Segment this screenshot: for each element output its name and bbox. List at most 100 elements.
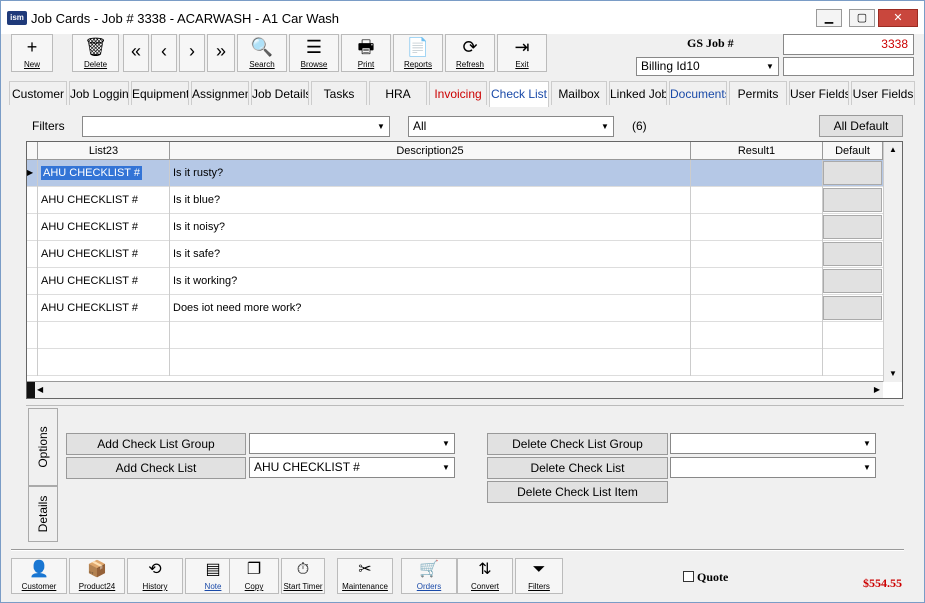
tab-job-logging[interactable]: Job Logging (69, 81, 129, 105)
column-header-description[interactable]: Description25 (170, 142, 691, 160)
description-cell[interactable]: Is it safe? (170, 241, 691, 268)
result-cell[interactable] (691, 214, 823, 241)
print-button[interactable]: 🖶 Print (341, 34, 391, 72)
result-cell[interactable] (691, 295, 823, 322)
last-record-button[interactable]: » (207, 34, 235, 72)
list-cell[interactable]: AHU CHECKLIST # (38, 241, 170, 268)
orders-button[interactable]: 🛒 Orders (401, 558, 457, 594)
history-button[interactable]: ⟲ History (127, 558, 183, 594)
search-button[interactable]: 🔍 Search (237, 34, 287, 72)
minimize-button[interactable]: ▁ (816, 9, 842, 27)
customer-button[interactable]: 👤 Customer (11, 558, 67, 594)
result-cell[interactable] (691, 241, 823, 268)
tab-linked-jobs[interactable]: Linked Jobs (609, 81, 667, 105)
default-button[interactable] (823, 161, 882, 185)
column-header-default[interactable]: Default (823, 142, 883, 160)
quote-checkbox[interactable]: Quote (683, 570, 728, 585)
tab-check-list[interactable]: Check List (489, 81, 549, 107)
tab-user-fields-2[interactable]: User Fields (851, 81, 915, 105)
add-check-list-button[interactable]: Add Check List (66, 457, 246, 479)
default-button[interactable] (823, 242, 882, 266)
job-number-field[interactable]: 3338 (783, 34, 914, 55)
vertical-scrollbar[interactable]: ▲ ▼ (883, 142, 902, 382)
default-button[interactable] (823, 269, 882, 293)
list-cell[interactable]: AHU CHECKLIST # (38, 295, 170, 322)
filter-select[interactable]: ▼ (82, 116, 390, 137)
refresh-button[interactable]: ⟳ Refresh (445, 34, 495, 72)
exit-button[interactable]: ⇥ Exit (497, 34, 547, 72)
horizontal-scrollbar[interactable]: ◀ ▶ (27, 381, 883, 398)
result-cell[interactable] (691, 160, 823, 187)
result-cell[interactable] (691, 268, 823, 295)
delete-check-list-select[interactable]: ▼ (670, 457, 876, 478)
scroll-left-icon[interactable]: ◀ (37, 382, 43, 398)
start-timer-button[interactable]: ⏱ Start Timer (281, 558, 325, 594)
tab-equipment[interactable]: Equipment (131, 81, 189, 105)
filters-button[interactable]: ⏷ Filters (515, 558, 563, 594)
delete-check-list-item-button[interactable]: Delete Check List Item (487, 481, 668, 503)
scroll-right-icon[interactable]: ▶ (874, 382, 880, 398)
description-cell[interactable]: Does iot need more work? (170, 295, 691, 322)
tab-job-details[interactable]: Job Details (251, 81, 309, 105)
column-header-result[interactable]: Result1 (691, 142, 823, 160)
close-button[interactable]: ✕ (878, 9, 918, 27)
reports-button[interactable]: 📄 Reports (393, 34, 443, 72)
tab-tasks[interactable]: Tasks (311, 81, 367, 105)
column-header-list[interactable]: List23 (38, 142, 170, 160)
default-button[interactable] (823, 188, 882, 212)
delete-check-list-group-button[interactable]: Delete Check List Group (487, 433, 668, 455)
tab-invoicing[interactable]: Invoicing (429, 81, 487, 105)
description-cell[interactable]: Is it blue? (170, 187, 691, 214)
convert-button[interactable]: ⇅ Convert (457, 558, 513, 594)
scroll-down-icon[interactable]: ▼ (884, 366, 902, 382)
table-row[interactable]: AHU CHECKLIST # Is it blue? (27, 187, 883, 214)
empty-row (27, 349, 883, 376)
add-check-list-select[interactable]: AHU CHECKLIST # ▼ (249, 457, 455, 478)
add-group-select[interactable]: ▼ (249, 433, 455, 454)
browse-button[interactable]: ☰ Browse (289, 34, 339, 72)
first-record-button[interactable]: « (123, 34, 149, 72)
description-cell[interactable]: Is it working? (170, 268, 691, 295)
description-cell[interactable]: Is it noisy? (170, 214, 691, 241)
table-row[interactable]: AHU CHECKLIST # Is it working? (27, 268, 883, 295)
next-record-button[interactable]: › (179, 34, 205, 72)
product24-button[interactable]: 📦 Product24 (69, 558, 125, 594)
checkbox-icon[interactable] (683, 571, 694, 582)
tab-customer[interactable]: Customer (9, 81, 67, 105)
tab-user-fields[interactable]: User Fields (789, 81, 849, 105)
table-row[interactable]: AHU CHECKLIST # Does iot need more work? (27, 295, 883, 322)
table-row[interactable]: AHU CHECKLIST # Is it noisy? (27, 214, 883, 241)
delete-group-select[interactable]: ▼ (670, 433, 876, 454)
delete-check-list-button[interactable]: Delete Check List (487, 457, 668, 479)
maximize-button[interactable]: ▢ (849, 9, 875, 27)
side-tab-options[interactable]: Options (28, 408, 58, 486)
all-default-button[interactable]: All Default (819, 115, 903, 137)
tab-assignments[interactable]: Assignments (191, 81, 249, 105)
list-cell[interactable]: AHU CHECKLIST # (38, 268, 170, 295)
tab-permits[interactable]: Permits (729, 81, 787, 105)
new-button[interactable]: + New (11, 34, 53, 72)
side-tab-details[interactable]: Details (28, 486, 58, 542)
filter-all-select[interactable]: All ▼ (408, 116, 614, 137)
tab-mailbox[interactable]: Mailbox (551, 81, 607, 105)
tab-hra[interactable]: HRA (369, 81, 427, 105)
prev-record-button[interactable]: ‹ (151, 34, 177, 72)
description-cell[interactable]: Is it rusty? (170, 160, 691, 187)
result-cell[interactable] (691, 187, 823, 214)
copy-button[interactable]: ❐ Copy (229, 558, 279, 594)
default-button[interactable] (823, 215, 882, 239)
table-row[interactable]: ▶ AHU CHECKLIST # Is it rusty? (27, 160, 883, 187)
list-cell[interactable]: AHU CHECKLIST # (38, 214, 170, 241)
list-cell[interactable]: AHU CHECKLIST # (38, 187, 170, 214)
maintenance-button[interactable]: ✂ Maintenance (337, 558, 393, 594)
tab-documents[interactable]: Documents (669, 81, 727, 105)
scroll-up-icon[interactable]: ▲ (884, 142, 902, 158)
refresh-icon: ⟳ (462, 37, 478, 57)
add-check-list-group-button[interactable]: Add Check List Group (66, 433, 246, 455)
delete-button[interactable]: 🗑 Delete (72, 34, 119, 72)
table-row[interactable]: AHU CHECKLIST # Is it safe? (27, 241, 883, 268)
billing-select[interactable]: Billing Id10 ▼ (636, 57, 779, 76)
billing-detail-field[interactable] (783, 57, 914, 76)
dropdown-arrow-icon: ▼ (863, 439, 871, 448)
default-button[interactable] (823, 296, 882, 320)
